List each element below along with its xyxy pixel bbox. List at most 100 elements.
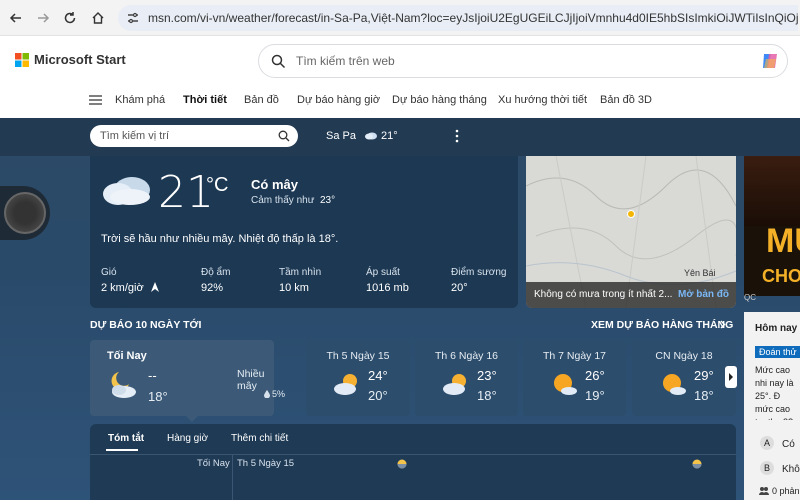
hamburger-menu-icon[interactable] [89,95,102,105]
search-icon [271,54,286,69]
stat-value-wind: 2 km/giờ [101,282,144,294]
quiz-option-b[interactable]: Khô [782,464,800,475]
location-name[interactable]: Sa Pa [326,130,356,142]
feels-like-label: Cảm thấy như [251,195,315,206]
forecast-title: DỰ BÁO 10 NGÀY TỚI [90,319,202,331]
stat-label-wind: Gió [101,267,117,278]
forecast-day-card-1[interactable]: Th 5 Ngày 15 24° 20° [306,340,410,416]
stat-label-humidity: Độ ẩm [201,267,231,278]
map-city-label: Yên Bái [684,268,716,278]
moon-icon [397,459,407,469]
quiz-option-b-key[interactable]: B [760,461,774,475]
forecast-day-label: Th 6 Ngày 16 [434,350,499,362]
ad-tag: QC [744,293,756,302]
timeline-label-tonight: Tối Nay [197,458,230,469]
today-low: 18° [148,389,168,404]
quiz-question: Hôm nay s [755,323,800,334]
forward-arrow-icon [38,13,50,23]
home-icon [92,12,104,24]
back-arrow-icon [9,13,21,23]
forecast-low: 19° [585,388,605,403]
forecast-day-card-3[interactable]: Th 7 Ngày 17 26° 19° [523,340,626,416]
nav-item-ban-do[interactable]: Bản đồ [244,94,279,106]
site-logo-text[interactable]: Microsoft Start [34,52,126,67]
forecast-day-card-2[interactable]: Th 6 Ngày 16 23° 18° [415,340,518,416]
reload-icon [64,12,76,24]
moon-cloud-icon [107,370,139,400]
map-caption-bar: Không có mưa trong ít nhất 2... Mở bản đ… [526,282,736,308]
selected-indicator [186,416,198,422]
web-search-placeholder[interactable]: Tìm kiếm trên web [296,54,395,68]
forecast-day-label: Th 7 Ngày 17 [542,350,607,362]
quiz-option-a-key[interactable]: A [760,436,774,450]
tab-summary[interactable]: Tóm tắt [108,433,144,444]
today-high: -- [148,368,157,383]
nav-item-thoi-tiet[interactable]: Thời tiết [183,94,227,106]
feels-like-value: 23° [320,195,336,206]
nav-item-ban-do-3d[interactable]: Bản đồ 3D [600,94,652,106]
forecast-high: 26° [585,368,605,383]
mostly-sunny-icon [549,372,579,396]
stat-value-humidity: 92% [201,282,224,294]
advertisement[interactable]: MU CHƠ [744,156,800,296]
copilot-icon[interactable] [759,50,781,72]
url-text[interactable]: msn.com/vi-vn/weather/forecast/in-Sa-Pa,… [148,11,798,25]
nav-item-xu-huong[interactable]: Xu hướng thời tiết [498,94,587,106]
weather-radar-map[interactable]: Yên Bái Không có mưa trong ít nhất 2... … [526,156,736,308]
forecast-day-label: CN Ngày 18 [655,350,713,362]
web-search-box[interactable]: Tìm kiếm trên web [258,44,788,78]
stat-label-visibility: Tầm nhìn [279,267,322,278]
forecast-today-card[interactable]: Tối Nay -- 18° Nhiều mây 5% [90,340,285,416]
quiz-text: Mức cao nhi nay là 25°. Đ mức cao tru th… [755,365,794,420]
today-label: Tối Nay [107,350,147,362]
wind-direction-icon [151,282,159,292]
current-condition: Có mây [251,177,298,192]
location-search-placeholder[interactable]: Tìm kiếm vị trí [100,130,169,142]
cloud-icon [364,130,378,140]
avatar[interactable] [4,192,46,234]
temperature-unit[interactable]: °C [206,174,228,197]
stat-value-pressure: 1016 mb [366,282,409,294]
chevron-right-icon[interactable] [720,320,726,329]
microsoft-logo-icon[interactable] [15,53,29,67]
stat-value-visibility: 10 km [279,282,309,294]
forecast-low: 18° [477,388,497,403]
active-tab-underline [106,449,138,451]
more-options-icon[interactable] [454,129,460,143]
back-button[interactable] [6,8,26,28]
carousel-next-button[interactable] [725,366,737,388]
divider [90,454,736,455]
partly-cloudy-icon [441,372,471,396]
reload-button[interactable] [60,8,80,28]
forecast-day-label: Th 5 Ngày 15 [326,350,390,362]
forecast-day-card-4[interactable]: CN Ngày 18 29° 18° [632,340,736,416]
cloudy-weather-icon [100,170,154,206]
forecast-high: 29° [694,368,714,383]
forecast-high: 24° [368,368,388,383]
ad-text-2: CHƠ [762,266,800,286]
home-button[interactable] [88,8,108,28]
forecast-low: 18° [694,388,714,403]
tab-more-details[interactable]: Thêm chi tiết [231,433,288,444]
timeline-divider [232,455,233,500]
today-condition: Nhiều mây [237,368,265,392]
address-bar[interactable]: msn.com/vi-vn/weather/forecast/in-Sa-Pa,… [118,5,798,31]
map-caption: Không có mưa trong ít nhất 2... [534,289,673,300]
forward-button[interactable] [33,8,53,28]
open-map-link[interactable]: Mở bản đồ [678,289,729,300]
moon-icon [692,459,702,469]
forecast-low: 20° [368,388,388,403]
people-icon [759,487,769,495]
stat-label-pressure: Áp suất [366,267,400,278]
nav-item-du-bao-hang-thang[interactable]: Dự báo hàng tháng [392,94,487,106]
nav-item-kham-pha[interactable]: Khám phá [115,94,165,106]
location-search-input[interactable]: Tìm kiếm vị trí [90,125,298,147]
location-temp: 21° [381,130,398,142]
nav-item-du-bao-hang-gio[interactable]: Dự báo hàng giờ [297,94,380,106]
chevron-right-icon [729,373,733,381]
tab-hourly[interactable]: Hàng giờ [167,433,208,444]
site-info-icon[interactable] [126,11,140,25]
monthly-forecast-link[interactable]: XEM DỰ BÁO HÀNG THÁNG [591,319,733,331]
quiz-option-a[interactable]: Có [782,439,795,450]
search-icon[interactable] [278,130,290,142]
